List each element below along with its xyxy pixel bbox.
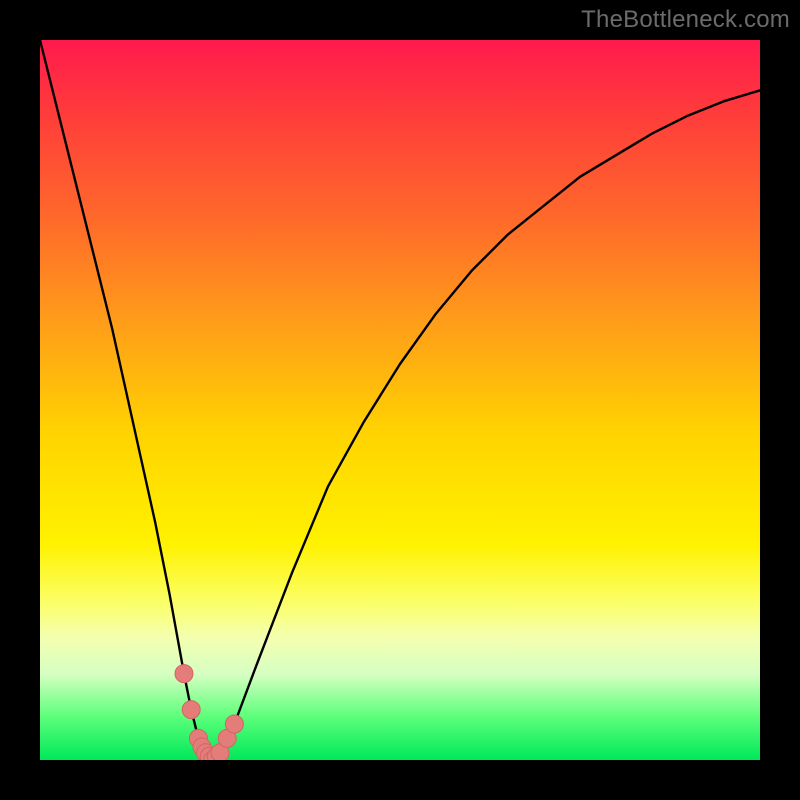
marker-point bbox=[225, 715, 243, 733]
plot-area bbox=[40, 40, 760, 760]
highlight-markers bbox=[175, 665, 243, 760]
bottleneck-curve bbox=[40, 40, 760, 760]
marker-point bbox=[175, 665, 193, 683]
watermark-text: TheBottleneck.com bbox=[581, 6, 790, 34]
chart-frame: TheBottleneck.com bbox=[0, 0, 800, 800]
marker-point bbox=[182, 701, 200, 719]
curve-svg bbox=[40, 40, 760, 760]
